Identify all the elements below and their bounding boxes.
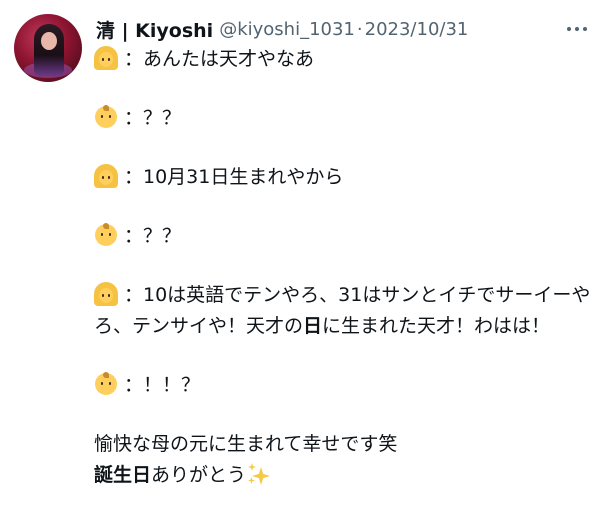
more-icon[interactable] (564, 18, 590, 40)
woman-emoji-icon (94, 164, 118, 188)
baby-emoji-icon (94, 105, 118, 129)
tweet-header: 清 | Kiyoshi @kiyoshi_1031 · 2023/10/31 (96, 14, 590, 44)
woman-emoji-icon (94, 282, 118, 306)
author-handle[interactable]: @kiyoshi_1031 (219, 19, 355, 40)
tweet-text: ：あんたは天才やなあ ：？？ ：10月31日生まれやから ：？？ ：10は英語で… (94, 44, 594, 491)
author-name[interactable]: 清 | Kiyoshi (96, 16, 213, 43)
dialogue-line: ：あんたは天才やなあ (94, 44, 594, 75)
dialogue-line: ：10は英語でテンやろ、31はサンとイチでサーイーやろ、テンサイや！天才の日に生… (94, 282, 591, 337)
closing-line: 愉快な母の元に生まれて幸せです笑 (94, 433, 398, 455)
dialogue-line: ：！！？ (94, 370, 594, 401)
dialogue-line: ：？？ (94, 103, 594, 134)
baby-emoji-icon (94, 223, 118, 247)
avatar[interactable] (14, 14, 82, 82)
dialogue-line: ：？？ (94, 221, 594, 252)
baby-emoji-icon (94, 372, 118, 396)
tweet-date[interactable]: 2023/10/31 (365, 19, 469, 40)
separator-dot: · (356, 18, 363, 40)
woman-emoji-icon (94, 46, 118, 70)
dialogue-line: ：10月31日生まれやから (94, 162, 594, 193)
closing-line: 誕生日ありがとう (94, 460, 594, 491)
sparkles-icon (248, 463, 271, 485)
